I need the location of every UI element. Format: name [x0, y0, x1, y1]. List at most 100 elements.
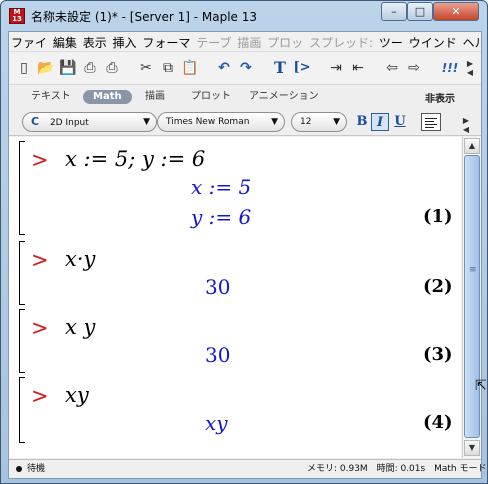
- chevron-down-icon: ▼: [143, 117, 150, 127]
- math-input[interactable]: x y: [65, 315, 95, 339]
- menu-plot[interactable]: プロッ: [265, 32, 303, 51]
- scroll-thumb[interactable]: ≡: [464, 155, 480, 438]
- font-value: Times New Roman: [166, 117, 250, 127]
- math-input[interactable]: x := 5; y := 6: [65, 147, 205, 171]
- print-preview-icon[interactable]: ⎙: [103, 59, 121, 77]
- chevron-down-icon: ▼: [333, 117, 340, 127]
- close-button[interactable]: ✕: [433, 2, 479, 21]
- math-prompt-icon[interactable]: [>: [293, 59, 311, 77]
- status-state: 待機: [27, 464, 46, 474]
- input-mode-c-icon: C: [31, 115, 40, 128]
- input-prompt: >: [31, 384, 49, 408]
- equation-label[interactable]: (2): [423, 275, 453, 299]
- maple-window: M 13 名称未設定 (1)* - [Server 1] - Maple 13 –…: [0, 0, 488, 484]
- menu-format[interactable]: フォーマ: [140, 32, 190, 51]
- worksheet[interactable]: > x := 5; y := 6 x := 5 y := 6 (1) > x·y…: [9, 137, 461, 458]
- math-output: 30: [205, 275, 231, 299]
- redo-icon[interactable]: ↷: [237, 59, 255, 77]
- main-toolbar: ▯ 📂 💾 ⎙ ⎙ ✂ ⧉ 📋 ↶ ↷ T [> ⇥ ⇤ ⇦ ⇨ !!! ▶ ◀: [9, 53, 481, 85]
- hide-context-button[interactable]: 非表示: [425, 90, 455, 105]
- math-output: 30: [205, 343, 231, 367]
- tab-animation[interactable]: アニメーション: [249, 90, 319, 104]
- print-icon[interactable]: ⎙: [81, 59, 99, 77]
- maple-app-icon[interactable]: M 13: [9, 8, 25, 24]
- mouse-cursor-icon: ⇱: [475, 378, 487, 394]
- maximize-button[interactable]: □: [407, 2, 433, 21]
- font-select[interactable]: Times New Roman ▼: [157, 112, 285, 132]
- context-bar: テキスト Math 描画 プロット アニメーション 非表示 C 2D Input…: [9, 86, 481, 136]
- equation-label[interactable]: (3): [423, 343, 453, 367]
- menu-insert[interactable]: 挿入: [111, 32, 137, 51]
- math-output: y := 6: [191, 205, 252, 229]
- menu-bar: ファイ 編集 表示 挿入 フォーマ テーブ 描画 プロッ スプレッド: ツー ウ…: [9, 32, 481, 52]
- equation-label[interactable]: (4): [423, 411, 453, 435]
- menu-tools[interactable]: ツー: [377, 32, 403, 51]
- save-icon[interactable]: 💾: [59, 59, 77, 77]
- execution-group-2: > x·y 30 (2): [19, 241, 459, 305]
- menu-file[interactable]: ファイ: [9, 32, 47, 51]
- client-area: ファイ 編集 表示 挿入 フォーマ テーブ 描画 プロッ スプレッド: ツー ウ…: [8, 31, 487, 479]
- group-bracket[interactable]: [19, 241, 25, 305]
- scroll-up-button[interactable]: ▲: [464, 138, 480, 154]
- input-mode-select[interactable]: C 2D Input ▼: [22, 112, 157, 132]
- bold-button[interactable]: B: [353, 113, 371, 131]
- status-mode: Math モード: [434, 464, 487, 474]
- underline-button[interactable]: U: [391, 113, 409, 131]
- input-prompt: >: [31, 148, 49, 172]
- math-output: xy: [205, 411, 228, 435]
- math-input[interactable]: x·y: [65, 247, 95, 271]
- equation-label[interactable]: (1): [423, 205, 453, 229]
- grip-icon: ≡: [469, 265, 477, 275]
- execution-group-3: > x y 30 (3): [19, 309, 459, 373]
- cut-icon[interactable]: ✂: [137, 59, 155, 77]
- new-document-icon[interactable]: ▯: [15, 59, 33, 77]
- undo-icon[interactable]: ↶: [215, 59, 233, 77]
- math-output: x := 5: [191, 175, 252, 199]
- status-memory: メモリ: 0.93M: [307, 464, 368, 474]
- input-mode-value: 2D Input: [49, 118, 89, 128]
- minimize-button[interactable]: –: [381, 2, 407, 21]
- copy-icon[interactable]: ⧉: [159, 59, 177, 77]
- menu-help[interactable]: ヘルフ: [461, 32, 481, 51]
- window-title: 名称未設定 (1)* - [Server 1] - Maple 13: [31, 10, 258, 24]
- status-bar: 待機 メモリ: 0.93M 時間: 0.01s Math モード: [9, 459, 486, 478]
- indent-icon[interactable]: ⇥: [327, 59, 345, 77]
- menu-table[interactable]: テーブ: [194, 32, 231, 51]
- execute-all-icon[interactable]: !!!: [439, 59, 461, 77]
- vertical-scrollbar[interactable]: ▲ ≡ ▼: [462, 137, 481, 458]
- open-folder-icon[interactable]: 📂: [37, 59, 55, 77]
- input-prompt: >: [31, 248, 49, 272]
- back-icon[interactable]: ⇦: [383, 59, 401, 77]
- outdent-icon[interactable]: ⇤: [349, 59, 367, 77]
- group-bracket[interactable]: [19, 309, 25, 373]
- tab-math[interactable]: Math: [83, 90, 132, 104]
- input-prompt: >: [31, 316, 49, 340]
- context-overflow-icon[interactable]: ▶ ◀: [457, 116, 475, 134]
- menu-edit[interactable]: 編集: [51, 32, 77, 51]
- menu-window[interactable]: ウインド: [407, 32, 457, 51]
- status-time: 時間: 0.01s: [376, 464, 426, 474]
- toolbar-overflow-icon[interactable]: ▶ ◀: [461, 59, 479, 77]
- chevron-down-icon: ▼: [271, 117, 278, 127]
- status-metrics: メモリ: 0.93M 時間: 0.01s Math モード: [307, 460, 486, 478]
- menu-spreadsheet[interactable]: スプレッド:: [307, 32, 373, 51]
- forward-icon[interactable]: ⇨: [405, 59, 423, 77]
- italic-button[interactable]: I: [371, 113, 389, 131]
- group-bracket[interactable]: [19, 377, 25, 443]
- group-bracket[interactable]: [19, 141, 25, 235]
- menu-view[interactable]: 表示: [81, 32, 107, 51]
- scroll-down-button[interactable]: ▼: [464, 440, 480, 456]
- status-indicator-icon: [16, 466, 22, 472]
- execution-group-4: > xy xy (4): [19, 377, 459, 443]
- tab-drawing[interactable]: 描画: [145, 90, 165, 104]
- math-input[interactable]: xy: [65, 383, 89, 407]
- menu-drawing[interactable]: 描画: [235, 32, 261, 51]
- font-size-value: 12: [300, 117, 312, 127]
- align-left-button[interactable]: [421, 113, 441, 131]
- title-bar[interactable]: M 13 名称未設定 (1)* - [Server 1] - Maple 13 –…: [1, 1, 487, 31]
- paste-icon[interactable]: 📋: [181, 59, 199, 77]
- text-mode-icon[interactable]: T: [271, 59, 289, 77]
- font-size-select[interactable]: 12 ▼: [291, 112, 347, 132]
- tab-text[interactable]: テキスト: [31, 90, 71, 104]
- tab-plot[interactable]: プロット: [191, 90, 231, 104]
